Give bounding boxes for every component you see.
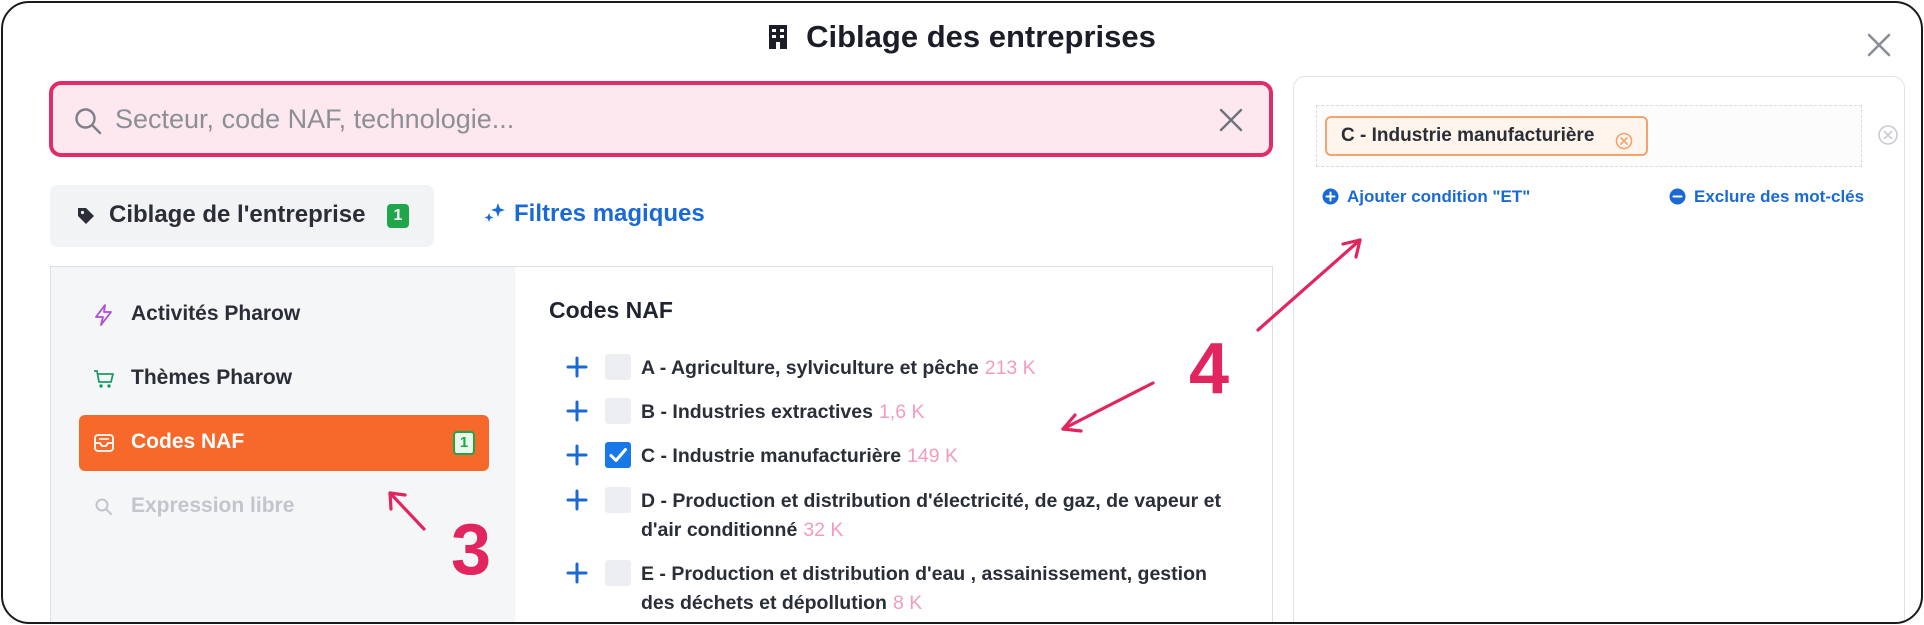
dialog: Ciblage des entreprises Ciblage de l'ent… — [1, 1, 1923, 624]
step-4-annotation: 4 — [1189, 329, 1230, 409]
step4-arrow-right — [1256, 238, 1362, 332]
annotation-arrows — [388, 238, 1362, 531]
step-3-annotation: 3 — [451, 510, 492, 590]
step4-arrow-left — [1061, 381, 1155, 431]
step3-arrow — [388, 491, 426, 531]
